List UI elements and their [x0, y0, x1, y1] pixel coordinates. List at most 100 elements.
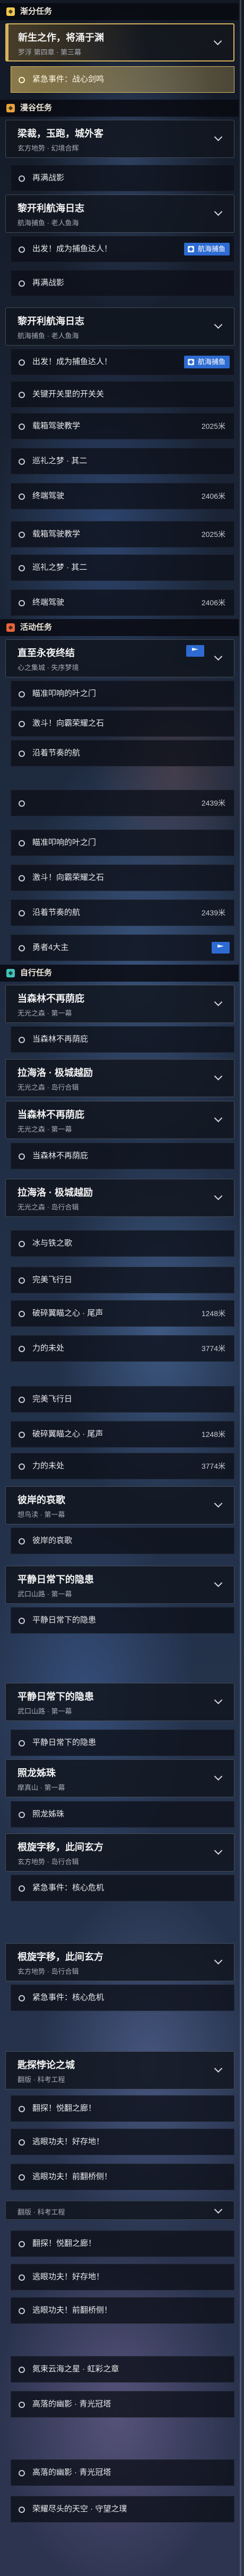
- chevron-down-icon[interactable]: [214, 1846, 223, 1855]
- quest-step[interactable]: 激斗！向霸荣耀之石: [11, 864, 234, 891]
- quest-step-label: 冰与铁之歌: [32, 1239, 73, 1248]
- quest-step[interactable]: 载箱驾驶教学 2025米: [11, 521, 234, 548]
- chevron-down-icon[interactable]: [214, 2064, 223, 2073]
- quest-step[interactable]: 沿着节奏的航: [11, 740, 234, 766]
- circle-bullet-icon: [19, 1618, 25, 1624]
- quest-step[interactable]: 巡礼之梦 · 其二: [11, 554, 234, 581]
- circle-bullet-icon: [19, 280, 25, 287]
- quest-card[interactable]: 黎开利航海日志 航海捕鱼 · 老人鱼海: [5, 307, 234, 346]
- quest-step[interactable]: 再满战影: [11, 165, 234, 191]
- quest-step[interactable]: 完美飞行日: [11, 1267, 234, 1293]
- quest-card[interactable]: 翻版 · 科考工程: [5, 2201, 234, 2220]
- chevron-down-icon[interactable]: [214, 1696, 223, 1705]
- chevron-down-icon[interactable]: [214, 1956, 223, 1965]
- quest-step[interactable]: 2439米: [11, 790, 234, 816]
- quest-step[interactable]: 关键开关里的开关关: [11, 381, 234, 408]
- quest-step[interactable]: 破碎翼瞄之心 · 尾声 1248米: [11, 1421, 234, 1448]
- quest-step[interactable]: 沿着节奏的航 2439米: [11, 899, 234, 926]
- quest-step[interactable]: 冰与铁之歌: [11, 1230, 234, 1257]
- chevron-down-icon[interactable]: [214, 998, 223, 1007]
- quest-step-label: 当森林不再荫庇: [32, 1035, 89, 1044]
- quest-step[interactable]: 逃眼功夫！前翻桥侧！: [11, 2297, 234, 2324]
- quest-title: 拉海洛 · 极城越励: [18, 1187, 93, 1198]
- quest-card[interactable]: 拉海洛 · 极城越励 无光之森 · 岛行合辑: [5, 1059, 234, 1097]
- quest-step[interactable]: 翻探！悦翻之廊！: [11, 2095, 234, 2122]
- quest-step[interactable]: 平静日常下的隐患: [11, 1730, 234, 1756]
- chevron-down-icon[interactable]: [213, 37, 222, 46]
- quest-step[interactable]: 出发！成为捕鱼达人！ 航海捕鱼: [11, 349, 234, 375]
- quest-card[interactable]: 照龙姊珠 摩真山 · 第一幕: [5, 1759, 234, 1797]
- chevron-down-icon[interactable]: [214, 207, 223, 216]
- quest-step-label: 高落的幽影 · 青光冠塔: [32, 2468, 111, 2477]
- quest-step[interactable]: 高落的幽影 · 青光冠塔: [11, 2391, 234, 2418]
- circle-bullet-icon: [19, 721, 25, 727]
- quest-chapter: 无光之森 · 岛行合辑: [18, 1083, 79, 1091]
- quest-step[interactable]: 荣耀尽头的天空 · 守望之璞: [11, 2496, 234, 2522]
- chevron-down-icon[interactable]: [214, 1578, 223, 1587]
- chevron-down-icon[interactable]: [214, 652, 223, 661]
- quest-step[interactable]: 高落的幽影 · 青光冠塔: [11, 2459, 234, 2486]
- distance-label: 1248米: [201, 1430, 225, 1439]
- quest-card[interactable]: 当森林不再荫庇 无光之森 · 第一幕: [5, 1101, 234, 1139]
- quest-step[interactable]: 逃眼功夫！好存地！: [11, 2129, 234, 2155]
- quest-step-label: 紧急事件：核心危机: [32, 1993, 104, 2002]
- scrollbar[interactable]: [240, 0, 241, 2576]
- quest-step[interactable]: 终端驾驶 2406米: [11, 483, 234, 509]
- circle-bullet-icon: [19, 1397, 25, 1403]
- distance-label: 2025米: [201, 422, 225, 430]
- quest-step-label: 逃眼功夫！前翻桥侧！: [32, 2306, 112, 2315]
- quest-step[interactable]: 氮束云海之星 · 虹彩之章: [11, 2356, 234, 2383]
- quest-card[interactable]: 平静日常下的隐患 武口山路 · 第一幕: [5, 1683, 234, 1721]
- chevron-down-icon[interactable]: [214, 1499, 223, 1508]
- chevron-down-icon[interactable]: [214, 133, 223, 142]
- quest-step[interactable]: 激斗！向霸荣耀之石: [11, 710, 234, 737]
- quest-step[interactable]: 平静日常下的隐患: [11, 1607, 234, 1634]
- quest-step[interactable]: 瞄准叩响的叶之门: [11, 830, 234, 856]
- quest-card[interactable]: 直至永夜终结 心之集城 · 失序梦境: [5, 639, 234, 677]
- quest-step[interactable]: 当森林不再荫庇: [11, 1143, 234, 1169]
- quest-card[interactable]: 匙探悖论之城 翻版 · 科考工程: [5, 2051, 234, 2089]
- quest-card[interactable]: 梁裁，玉跑，城外客 玄方地势 · 幻境合辉: [5, 120, 234, 158]
- chevron-down-icon[interactable]: [214, 1192, 223, 1201]
- quest-step[interactable]: 完美飞行日: [11, 1386, 234, 1413]
- circle-bullet-icon: [19, 1311, 25, 1317]
- quest-step[interactable]: 逃眼功夫！前翻桥侧！: [11, 2164, 234, 2190]
- quest-card[interactable]: 拉海洛 · 极城越励 无光之森 · 岛行合辑: [5, 1179, 234, 1217]
- quest-card[interactable]: 彼岸的哀歌 想鸟渎 · 第一幕: [5, 1486, 234, 1524]
- quest-step[interactable]: 再满战影: [11, 270, 234, 296]
- quest-step-label: 破碎翼瞄之心 · 尾声: [32, 1309, 103, 1318]
- quest-step[interactable]: 出发！成为捕鱼达人！ 航海捕鱼: [11, 236, 234, 262]
- quest-step[interactable]: 照龙姊珠: [11, 1801, 234, 1828]
- chevron-down-icon[interactable]: [214, 320, 223, 329]
- quest-step[interactable]: 当森林不再荫庇: [11, 1026, 234, 1053]
- quest-step[interactable]: 逃眼功夫！好存地！: [11, 2264, 234, 2290]
- quest-step[interactable]: 紧急事件：核心危机: [11, 1875, 234, 1901]
- quest-step[interactable]: 巡礼之梦 · 其二: [11, 448, 234, 474]
- quest-step-label: 逃眼功夫！好存地！: [32, 2272, 104, 2281]
- quest-card[interactable]: 当森林不再荫庇 无光之森 · 第一幕: [5, 985, 234, 1023]
- quest-step[interactable]: 紧急事件：核心危机: [11, 1984, 234, 2011]
- quest-step-label: 破碎翼瞄之心 · 尾声: [32, 1430, 103, 1439]
- chevron-down-icon[interactable]: [214, 1114, 223, 1123]
- chevron-down-icon[interactable]: [214, 2205, 223, 2214]
- quest-card[interactable]: 平静日常下的隐患 武口山路 · 第一幕: [5, 1566, 234, 1604]
- quest-step[interactable]: 力的未处 3774米: [11, 1453, 234, 1479]
- quest-step[interactable]: 彼岸的哀歌: [11, 1528, 234, 1554]
- quest-title: 根旋字移，此间玄方: [18, 1842, 103, 1852]
- quest-step[interactable]: 勇者4大主: [11, 934, 234, 961]
- quest-step[interactable]: 翻探！悦翻之廊！: [11, 2230, 234, 2257]
- quest-step[interactable]: 终端驾驶 2406米: [11, 589, 234, 616]
- quest-card[interactable]: 根旋字移，此间玄方 玄方地势 · 岛行合辑: [5, 1943, 234, 1981]
- quest-card[interactable]: 根旋字移，此间玄方 玄方地势 · 岛行合辑: [5, 1833, 234, 1872]
- quest-step[interactable]: 力的未处 3774米: [11, 1335, 234, 1362]
- quest-step[interactable]: 紧急事件：战心剑鸣: [11, 66, 234, 93]
- chevron-down-icon[interactable]: [214, 1072, 223, 1081]
- quest-step-label: 载箱驾驶教学: [32, 421, 81, 430]
- quest-card[interactable]: 黎开利航海日志 航海捕鱼 · 老人鱼海: [5, 195, 234, 233]
- quest-card[interactable]: 新生之作，将涌于渊 罗浮 第四章 · 第三幕: [5, 23, 234, 61]
- quest-step[interactable]: 破碎翼瞄之心 · 尾声 1248米: [11, 1300, 234, 1327]
- quest-step[interactable]: 载箱驾驶教学 2025米: [11, 413, 234, 439]
- chevron-down-icon[interactable]: [214, 1772, 223, 1781]
- quest-step[interactable]: 瞄准叩响的叶之门: [11, 681, 234, 707]
- circle-bullet-icon: [19, 1885, 25, 1892]
